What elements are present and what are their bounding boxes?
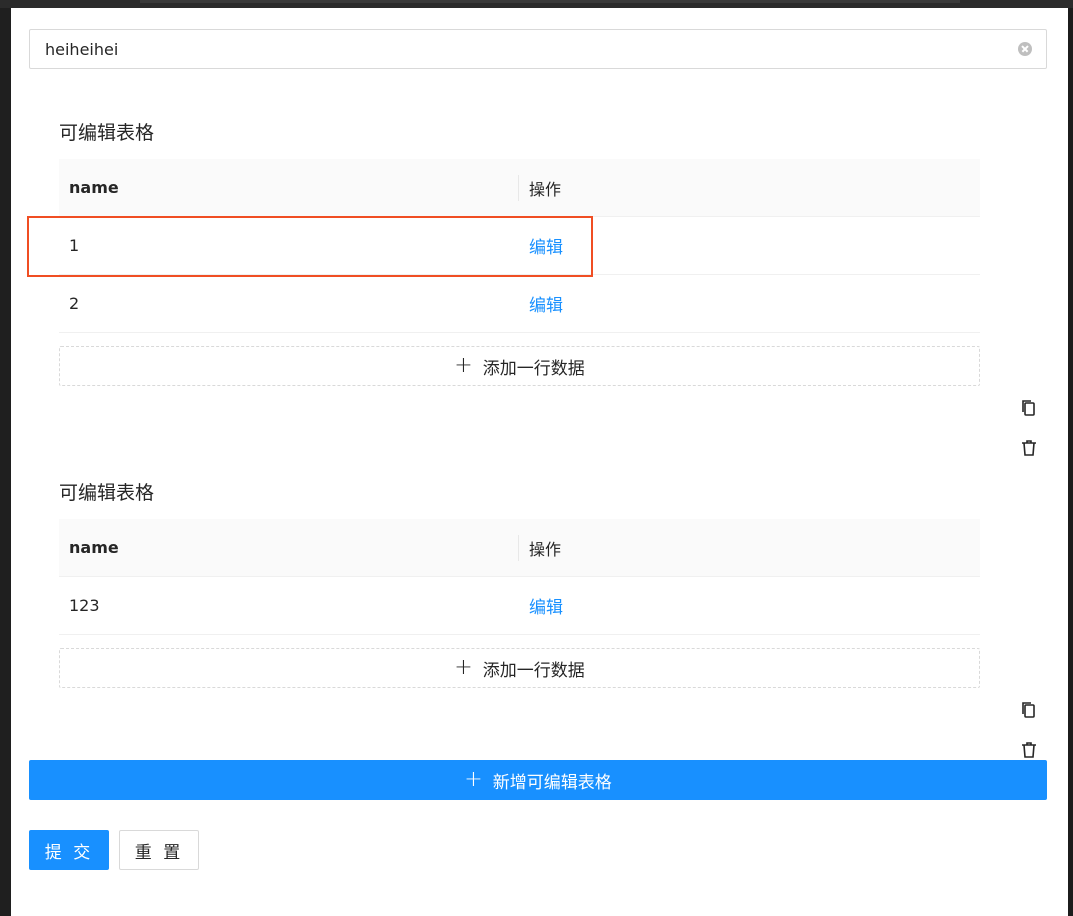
- plus-icon: +: [464, 767, 483, 792]
- window-right-border: [1068, 8, 1073, 916]
- add-row-label: 添加一行数据: [482, 358, 585, 379]
- name-input-value: heiheihei: [45, 39, 119, 59]
- window-top-strip: [0, 0, 1073, 8]
- reset-button[interactable]: 重 置: [119, 830, 199, 870]
- add-row-button[interactable]: + 添加一行数据: [59, 648, 980, 688]
- add-table-label: 新增可编辑表格: [492, 772, 612, 793]
- table-row: 123 编辑: [59, 577, 980, 635]
- trash-icon[interactable]: [1019, 740, 1039, 760]
- copy-icon[interactable]: [1019, 700, 1039, 720]
- form-panel: heiheihei 可编辑表格 name 操作 1 编辑 2 编辑 + 添加一行…: [11, 8, 1068, 916]
- editable-table-2: name 操作 123 编辑: [59, 519, 980, 635]
- clear-icon[interactable]: [1018, 42, 1032, 56]
- plus-icon: +: [454, 655, 473, 680]
- row-name-cell: 2: [69, 294, 80, 313]
- edit-link[interactable]: 编辑: [529, 593, 563, 618]
- add-table-button[interactable]: + 新增可编辑表格: [29, 760, 1047, 800]
- table-header: name 操作: [59, 159, 980, 217]
- column-separator: [518, 175, 519, 201]
- table-1-title: 可编辑表格: [59, 122, 155, 144]
- column-header-name: name: [69, 538, 119, 557]
- copy-icon[interactable]: [1019, 398, 1039, 418]
- table-2-title: 可编辑表格: [59, 482, 155, 504]
- row-name-cell: 1: [69, 236, 80, 255]
- plus-icon: +: [454, 353, 473, 378]
- add-row-label: 添加一行数据: [482, 660, 585, 681]
- table-header: name 操作: [59, 519, 980, 577]
- column-header-action: 操作: [529, 179, 562, 199]
- table-row: 2 编辑: [59, 275, 980, 333]
- row-name-cell: 123: [69, 596, 100, 615]
- trash-icon[interactable]: [1019, 438, 1039, 458]
- add-row-button[interactable]: + 添加一行数据: [59, 346, 980, 386]
- column-header-action: 操作: [529, 539, 562, 559]
- column-header-name: name: [69, 178, 119, 197]
- table-row: 1 编辑: [59, 217, 980, 275]
- edit-link[interactable]: 编辑: [529, 291, 563, 316]
- name-input[interactable]: heiheihei: [29, 29, 1047, 69]
- edit-link[interactable]: 编辑: [529, 233, 563, 258]
- submit-button[interactable]: 提 交: [29, 830, 109, 870]
- column-separator: [518, 535, 519, 561]
- window-top-notch: [140, 0, 960, 3]
- editable-table-1: name 操作 1 编辑 2 编辑: [59, 159, 980, 333]
